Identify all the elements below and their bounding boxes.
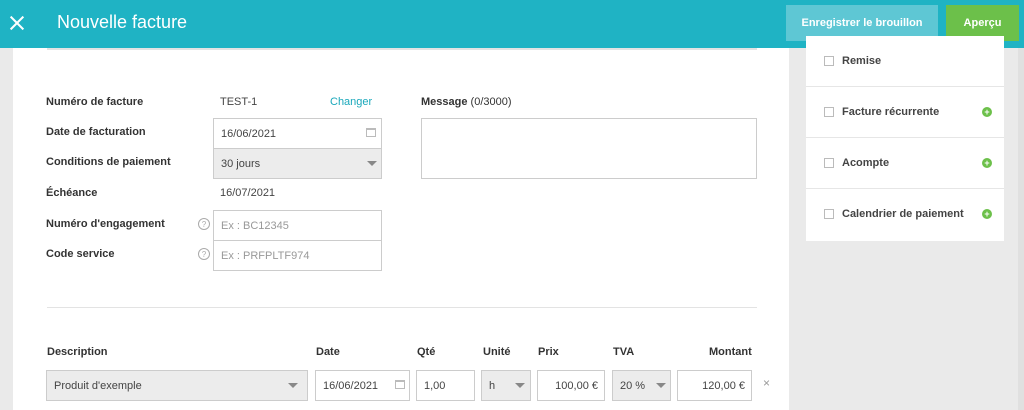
chevron-down-icon [367, 161, 377, 166]
commitment-number-placeholder: Ex : BC12345 [221, 219, 289, 232]
col-date: Date [316, 346, 340, 358]
checkbox[interactable] [824, 56, 834, 66]
price-value: 100,00 € [555, 379, 598, 392]
plus-icon[interactable]: + [982, 107, 992, 117]
help-icon[interactable]: ? [198, 218, 210, 230]
amount-field[interactable]: 120,00 € [677, 370, 752, 401]
col-amount: Montant [709, 346, 752, 358]
message-counter: (0/3000) [470, 96, 512, 108]
price-input[interactable]: 100,00 € [537, 370, 605, 401]
remove-row-icon[interactable]: × [763, 376, 770, 390]
quantity-value: 1,00 [424, 379, 446, 392]
quantity-input[interactable]: 1,00 [416, 370, 475, 401]
change-invoice-number-link[interactable]: Changer [330, 96, 372, 108]
commitment-number-input[interactable]: Ex : BC12345 [213, 210, 382, 241]
service-code-label: Code service [46, 248, 115, 260]
help-icon[interactable]: ? [198, 248, 210, 260]
scrollbar[interactable] [1018, 48, 1024, 410]
unit-value: h [489, 379, 496, 392]
section-divider [47, 307, 757, 308]
commitment-number-label: Numéro d'engagement [46, 218, 165, 230]
col-vat: TVA [613, 346, 635, 358]
option-label: Acompte [842, 157, 890, 169]
invoice-date-value: 16/06/2021 [221, 127, 277, 140]
divider [47, 48, 757, 50]
col-description: Description [47, 346, 108, 358]
message-textarea[interactable] [421, 118, 757, 179]
vat-value: 20 % [620, 379, 646, 392]
page-title: Nouvelle facture [57, 12, 188, 32]
checkbox[interactable] [824, 158, 834, 168]
col-price: Prix [538, 346, 559, 358]
amount-value: 120,00 € [702, 379, 745, 392]
invoice-date-label: Date de facturation [46, 126, 146, 138]
due-date-label: Échéance [46, 187, 98, 199]
payment-terms-select[interactable]: 30 jours [213, 148, 382, 179]
chevron-down-icon [288, 383, 298, 388]
invoice-number-value: TEST-1 [220, 96, 258, 108]
message-label: Message (0/3000) [421, 96, 512, 108]
service-code-placeholder: Ex : PRFPLTF974 [221, 249, 310, 262]
payment-terms-label: Conditions de paiement [46, 156, 171, 168]
option-label: Facture récurrente [842, 106, 940, 118]
col-qty: Qté [417, 346, 436, 358]
calendar-icon[interactable] [395, 380, 405, 389]
option-remise[interactable]: Remise [806, 36, 1004, 87]
options-sidebar: Remise Facture récurrente + Acompte + Ca… [806, 36, 1004, 241]
invoice-number-label: Numéro de facture [46, 96, 144, 108]
col-unit: Unité [483, 346, 511, 358]
plus-icon[interactable]: + [982, 158, 992, 168]
option-recurring-invoice[interactable]: Facture récurrente + [806, 87, 1004, 138]
close-icon[interactable] [6, 12, 28, 34]
calendar-icon[interactable] [366, 128, 376, 137]
due-date-value: 16/07/2021 [220, 187, 276, 199]
service-code-input[interactable]: Ex : PRFPLTF974 [213, 240, 382, 271]
option-deposit[interactable]: Acompte + [806, 138, 1004, 189]
checkbox[interactable] [824, 107, 834, 117]
plus-icon[interactable]: + [982, 209, 992, 219]
chevron-down-icon [515, 383, 525, 388]
payment-terms-value: 30 jours [221, 157, 261, 170]
option-label: Calendrier de paiement [842, 208, 964, 220]
chevron-down-icon [656, 383, 666, 388]
option-label: Remise [842, 55, 882, 67]
message-label-text: Message [421, 96, 468, 108]
description-value: Produit d'exemple [54, 379, 142, 392]
description-select[interactable]: Produit d'exemple [46, 370, 308, 401]
checkbox[interactable] [824, 209, 834, 219]
option-payment-schedule[interactable]: Calendrier de paiement + [806, 189, 1004, 240]
item-date-value: 16/06/2021 [323, 379, 379, 392]
invoice-date-field[interactable]: 16/06/2021 [213, 118, 382, 149]
